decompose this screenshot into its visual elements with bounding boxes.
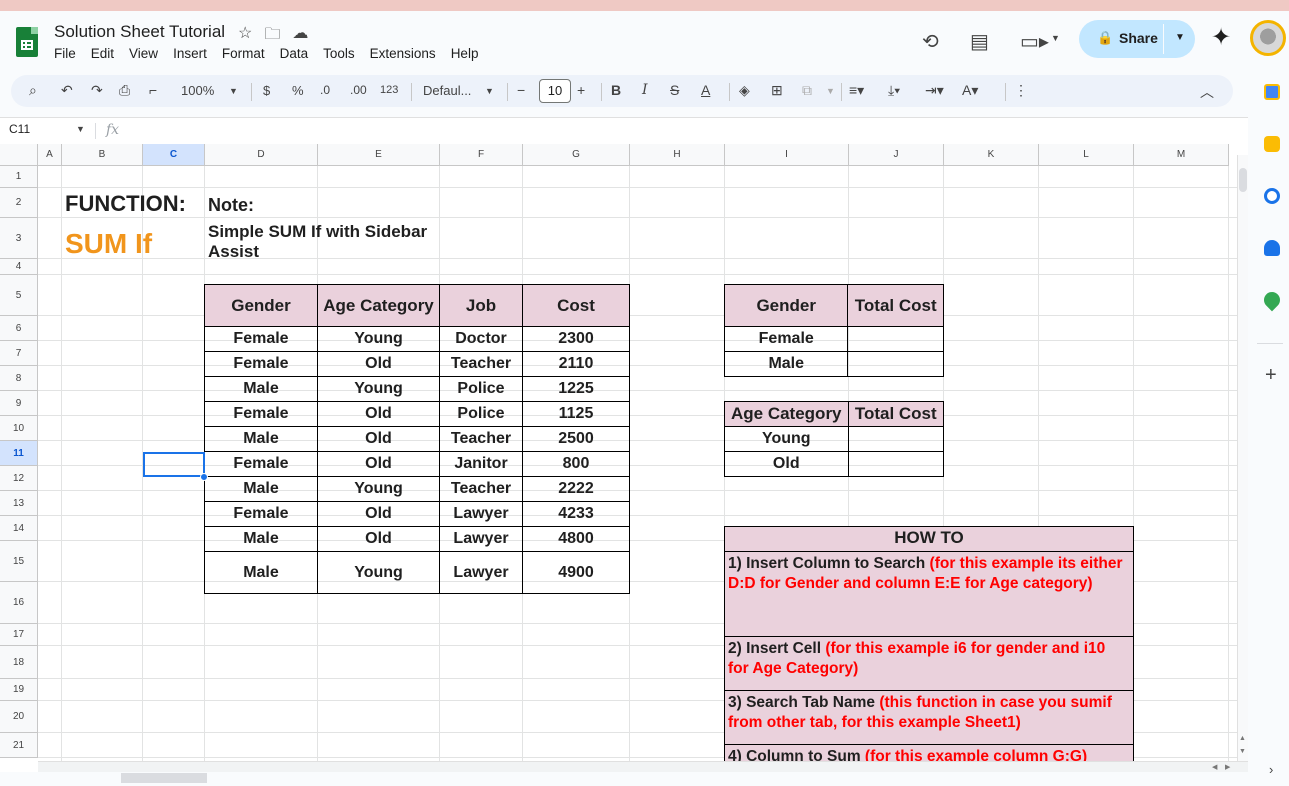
toolbar-divider [411, 83, 412, 101]
paint-format-icon[interactable]: ⌐ [149, 82, 157, 98]
howto-step-1-label: 1) Insert Column to Search [728, 555, 930, 572]
share-options-caret-icon[interactable]: ▼ [1175, 32, 1185, 43]
toolbar: ⌕ ↶ ↷ ⎙ ⌐ 100% ▼ $ % .0 .00 123 Defaul..… [11, 75, 1233, 107]
menu-view[interactable]: View [129, 46, 158, 61]
maps-icon[interactable] [1260, 288, 1284, 312]
lock-icon: 🔒 [1097, 30, 1114, 45]
menu-bar: File Edit View Insert Format Data Tools … [54, 46, 478, 61]
redo-icon[interactable]: ↷ [91, 82, 103, 99]
keep-icon[interactable] [1264, 136, 1280, 152]
howto-step-3[interactable]: 3) Search Tab Name (this function in cas… [725, 690, 1133, 744]
horizontal-scrollbar[interactable] [38, 761, 1248, 772]
fill-handle[interactable] [200, 473, 208, 481]
toolbar-divider [251, 83, 252, 101]
strikethrough-icon[interactable]: S [670, 82, 679, 98]
menu-file[interactable]: File [54, 46, 76, 61]
horizontal-scroll-thumb[interactable] [121, 773, 207, 783]
share-divider [1163, 24, 1164, 54]
howto-step-4[interactable]: 4) Column to Sum (for this example colum… [725, 744, 1133, 761]
howto-step-2[interactable]: 2) Insert Cell (for this example i6 for … [725, 636, 1133, 690]
zoom-caret-icon[interactable]: ▼ [229, 86, 238, 96]
font-select[interactable]: Defaul... [423, 83, 471, 98]
print-icon[interactable]: ⎙ [119, 82, 130, 99]
toolbar-divider [601, 83, 602, 101]
text-wrapping-icon[interactable]: ⇥▾ [925, 82, 944, 99]
calendar-icon[interactable] [1264, 84, 1280, 100]
search-menus-icon[interactable]: ⌕ [29, 82, 37, 99]
font-size-input[interactable]: 10 [539, 79, 571, 103]
increase-font-size-icon[interactable]: + [577, 82, 585, 98]
toolbar-divider [841, 83, 842, 101]
scroll-right-arrow-icon[interactable]: ▶ [1225, 763, 1230, 771]
browser-top-strip [0, 0, 1289, 11]
howto-step-4-label: 4) Column to Sum [728, 748, 865, 761]
howto-step-2-label: 2) Insert Cell [728, 640, 826, 657]
side-panel: + › [1251, 70, 1289, 786]
comments-icon[interactable]: ▤ [970, 29, 989, 54]
document-title[interactable]: Solution Sheet Tutorial [54, 22, 225, 42]
increase-decimal-button[interactable]: .00 [350, 83, 367, 97]
vertical-scrollbar[interactable] [1237, 155, 1248, 761]
version-history-icon[interactable]: ⟲ [922, 29, 939, 54]
formula-input[interactable] [130, 119, 1230, 141]
howto-step-3-label: 3) Search Tab Name [728, 694, 880, 711]
menu-edit[interactable]: Edit [91, 46, 114, 61]
decrease-decimal-button[interactable]: .0 [320, 83, 330, 97]
howto-box: HOW TO 1) Insert Column to Search (for t… [724, 526, 1134, 761]
toolbar-divider [1005, 83, 1006, 101]
tasks-icon[interactable] [1264, 188, 1280, 204]
sheets-app: Solution Sheet Tutorial ☆ 🗀 ☁ File Edit … [0, 11, 1289, 786]
italic-icon[interactable]: I [642, 82, 648, 98]
percent-format-button[interactable]: % [292, 83, 304, 98]
howto-step-4-detail: (for this example column G:G) [864, 748, 1088, 761]
share-button[interactable]: 🔒 Share ▼ [1079, 20, 1195, 58]
formula-divider [95, 123, 96, 139]
side-panel-divider [1257, 343, 1283, 344]
more-formats-button[interactable]: 123 [380, 84, 398, 96]
collapse-toolbar-icon[interactable]: ︿ [1200, 82, 1214, 102]
undo-icon[interactable]: ↶ [61, 82, 73, 99]
scroll-left-arrow-icon[interactable]: ◀ [1212, 763, 1217, 771]
decrease-font-size-icon[interactable]: − [517, 82, 525, 98]
font-caret-icon[interactable]: ▼ [485, 86, 494, 96]
expand-side-panel-icon[interactable]: › [1269, 762, 1273, 777]
toolbar-divider [729, 83, 730, 101]
menu-help[interactable]: Help [451, 46, 479, 61]
meet-icon[interactable]: ▭▸ [1020, 29, 1049, 54]
zoom-select[interactable]: 100% [181, 83, 214, 98]
menu-tools[interactable]: Tools [323, 46, 355, 61]
menu-format[interactable]: Format [222, 46, 265, 61]
menu-data[interactable]: Data [280, 46, 309, 61]
selected-cell-c11[interactable] [143, 452, 205, 477]
share-label: Share [1119, 30, 1158, 46]
sheets-logo-icon[interactable] [16, 27, 38, 57]
vertical-align-icon[interactable]: ⤓▾ [888, 82, 900, 99]
howto-title[interactable]: HOW TO [725, 527, 1133, 551]
merge-caret-icon[interactable]: ▼ [826, 86, 835, 96]
horizontal-align-icon[interactable]: ≡▾ [849, 82, 864, 99]
meet-caret-icon[interactable]: ▼ [1051, 33, 1060, 43]
currency-format-button[interactable]: $ [263, 83, 270, 98]
gemini-spark-icon[interactable]: ✦ [1211, 23, 1231, 52]
borders-icon[interactable]: ⊞ [771, 82, 783, 99]
howto-step-1[interactable]: 1) Insert Column to Search (for this exa… [725, 551, 1133, 636]
menu-extensions[interactable]: Extensions [370, 46, 436, 61]
contacts-icon[interactable] [1264, 240, 1280, 256]
name-box-caret-icon[interactable]: ▼ [76, 124, 85, 134]
more-options-icon[interactable]: ⋮ [1014, 82, 1028, 99]
account-avatar[interactable] [1250, 20, 1286, 56]
bold-icon[interactable]: B [611, 82, 621, 98]
add-addon-icon[interactable]: + [1265, 364, 1277, 387]
text-color-icon[interactable]: A [701, 82, 710, 98]
fill-color-icon[interactable]: ◈ [739, 82, 750, 99]
vertical-scroll-thumb[interactable] [1239, 168, 1247, 192]
fx-icon: fx [106, 122, 120, 138]
name-box[interactable]: C11 [9, 122, 30, 136]
scroll-down-arrow-icon[interactable]: ▼ [1239, 748, 1246, 755]
menu-insert[interactable]: Insert [173, 46, 207, 61]
scroll-up-arrow-icon[interactable]: ▲ [1239, 735, 1246, 742]
text-rotation-icon[interactable]: A▾ [962, 82, 978, 99]
toolbar-divider [507, 83, 508, 101]
merge-cells-icon[interactable]: ⧉ [802, 82, 812, 99]
